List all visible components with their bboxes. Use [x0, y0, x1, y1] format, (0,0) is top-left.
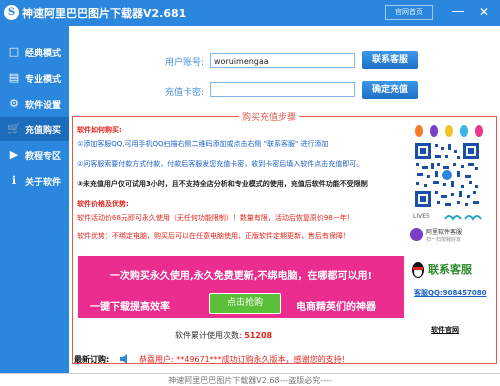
sidebar-item-label: 充值购买	[25, 126, 62, 136]
step-2-text: ②问客服索要付款方式付款，付款后客服发您充值卡密，收到卡密后填入软件点击充值即可…	[77, 160, 364, 168]
usage-counter-value: 51208	[244, 331, 273, 340]
purchase-steps-title: 购买充值步骤	[239, 110, 300, 123]
sidebar-item-tutorials[interactable]: ▶ 教程专区	[0, 143, 69, 167]
price-text: 软件活动价68元即可永久使用（无任何功能限制）！数量有限，活动后恢复原价98一年…	[77, 214, 354, 222]
user-account-label: 用户账号:	[165, 58, 205, 68]
app-window: S 神速阿里巴巴图片下载器V2.681 官网首页 — ✕ □ 经典模式 ▤ 专业…	[0, 0, 500, 386]
wechat-subtitle: 扫一扫加我好友	[426, 237, 462, 243]
main-content: 用户账号: woruimengaa 联系客服 充值卡密: 确定充值 购买充值步骤…	[69, 26, 500, 373]
promo-right-slogan: 电商精英们的神器	[296, 302, 376, 313]
qr-caption: LIVE5	[413, 213, 430, 220]
buy-now-button[interactable]: 点击抢购	[209, 293, 281, 314]
decor-birds-icon	[444, 215, 482, 221]
gear-icon: ⚙	[9, 97, 19, 110]
wechat-name: 阿里软件客服	[426, 229, 463, 236]
support-qq-link[interactable]: 客服QQ:908457080	[414, 288, 487, 298]
price-heading: 软件价格及优势:	[77, 200, 129, 208]
colorful-qq-penguins-icon	[415, 125, 483, 137]
wechat-avatar-icon	[410, 228, 423, 241]
promo-left-slogan: 一键下载提高效率	[90, 302, 170, 313]
official-site-link[interactable]: 官网首页	[385, 5, 433, 20]
pro-mode-icon: ▤	[8, 71, 20, 84]
sidebar-item-settings[interactable]: ⚙ 软件设置	[0, 92, 69, 116]
qr-code-icon[interactable]	[413, 141, 481, 209]
minimize-button[interactable]: —	[448, 3, 468, 21]
window-title: 神速阿里巴巴图片下载器V2.681	[22, 7, 187, 20]
sidebar: □ 经典模式 ▤ 专业模式 ⚙ 软件设置 🛒 充值购买 ▶ 教程专区 ℹ 关于软…	[0, 26, 69, 373]
speaker-icon	[119, 353, 131, 365]
user-account-input[interactable]: woruimengaa	[210, 53, 355, 68]
usage-counter: 软件累计使用次数: 51208	[175, 330, 272, 341]
status-bar-text: 神速阿里巴巴图片下载器V2.68---盗版必究----	[168, 376, 332, 385]
contact-column: LIVE5 阿里软件客服 扫一扫加我好友 联系客服 客服QQ:908457080…	[407, 121, 492, 361]
sidebar-item-label: 专业模式	[25, 75, 62, 85]
confirm-recharge-button[interactable]: 确定充值	[362, 81, 418, 99]
recharge-code-label: 充值卡密:	[165, 88, 205, 98]
sidebar-item-pro-mode[interactable]: ▤ 专业模式	[0, 66, 69, 90]
contact-support-brand[interactable]: 联系客服	[428, 261, 472, 277]
latest-orders-label: 最新订购:	[74, 355, 110, 364]
sidebar-item-label: 教程专区	[25, 152, 62, 162]
cart-icon: 🛒	[7, 122, 21, 135]
sidebar-item-recharge[interactable]: 🛒 充值购买	[0, 117, 69, 141]
sidebar-item-about[interactable]: ℹ 关于软件	[0, 169, 69, 193]
sidebar-item-label: 经典模式	[25, 49, 62, 59]
official-site-link-bottom[interactable]: 软件官网	[431, 325, 459, 335]
recharge-code-input[interactable]	[210, 82, 355, 97]
sidebar-item-classic-mode[interactable]: □ 经典模式	[0, 40, 69, 64]
classic-mode-icon: □	[8, 45, 20, 58]
qq-penguin-icon	[412, 262, 424, 278]
sidebar-item-label: 软件设置	[25, 101, 62, 111]
latest-order-message: 恭喜用户: **49671***成功订购永久版本，感谢您的支持！	[139, 355, 350, 364]
sidebar-item-label: 关于软件	[25, 178, 62, 188]
usage-counter-label: 软件累计使用次数:	[175, 331, 242, 340]
step-3-text: ③未充值用户仅可试用3小时，且不支持全店分析和专业模式的使用，充值后软件功能不受…	[77, 180, 368, 188]
info-icon: ℹ	[11, 174, 17, 187]
status-bar: 神速阿里巴巴图片下载器V2.68---盗版必究----	[0, 373, 500, 386]
promo-banner: 一次购买永久使用,永久免费更新,不绑电脑，在哪都可以用! 一键下载提高效率 点击…	[78, 256, 404, 318]
close-button[interactable]: ✕	[474, 3, 494, 21]
promo-headline: 一次购买永久使用,永久免费更新,不绑电脑，在哪都可以用!	[109, 271, 373, 282]
app-logo-icon: S	[4, 5, 19, 20]
step-1-text: ①添加客服QQ,可用手机QQ扫描右侧二维码添加或点击右侧 "联系客服" 进行添加	[77, 140, 329, 148]
play-icon: ▶	[9, 148, 19, 161]
how-to-buy-heading: 软件如何购买:	[77, 126, 122, 134]
contact-support-button[interactable]: 联系客服	[362, 51, 418, 69]
title-bar: S 神速阿里巴巴图片下载器V2.681 官网首页 — ✕	[0, 0, 500, 26]
advantage-text: 软件优势：不绑定电脑，购买后可以在任意电脑使用，正版软件定期更新，售后有保障！	[77, 232, 350, 240]
